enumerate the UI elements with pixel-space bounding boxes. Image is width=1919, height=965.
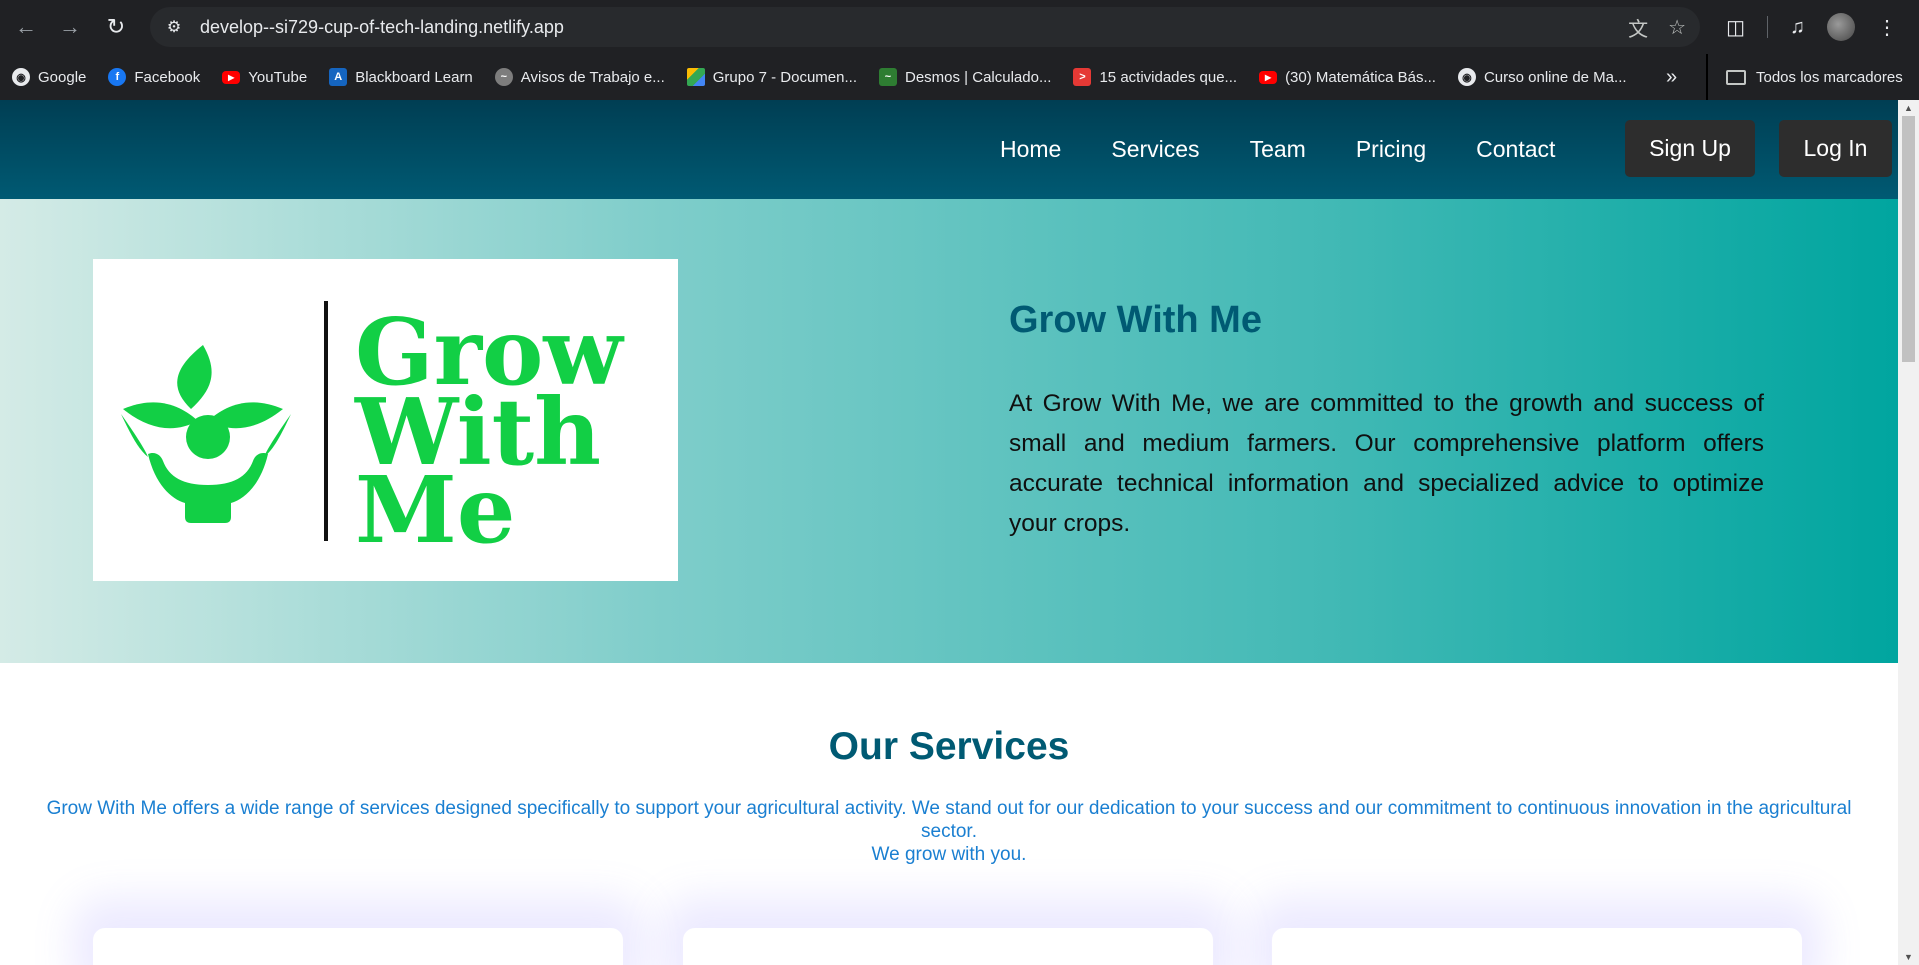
- services-description-line: Grow With Me offers a wide range of serv…: [46, 798, 1852, 842]
- back-icon[interactable]: ←: [4, 5, 48, 49]
- bookmark-label: (30) Matemática Bás...: [1285, 68, 1436, 86]
- hero-section: Grow With Me Grow With Me At Grow With M…: [0, 199, 1898, 663]
- youtube-icon: ▶: [1259, 70, 1278, 84]
- services-tagline: We grow with you.: [871, 844, 1027, 865]
- nav-pricing[interactable]: Pricing: [1356, 136, 1426, 163]
- service-card[interactable]: [683, 928, 1213, 965]
- bookmark-label: Curso online de Ma...: [1483, 68, 1627, 86]
- scrollbar-thumb[interactable]: [1902, 116, 1915, 362]
- bookmark-label: 15 actividades que...: [1099, 68, 1238, 86]
- page-scrollbar[interactable]: ▲ ▼: [1898, 100, 1919, 965]
- all-bookmarks-label: Todos los marcadores: [1756, 68, 1903, 86]
- bookmark-grupo7[interactable]: Grupo 7 - Documen...: [686, 68, 857, 86]
- facebook-icon: f: [108, 68, 127, 86]
- youtube-icon: ▶: [222, 70, 241, 84]
- browser-toolbar: ← → ↻ ⚙ develop--si729-cup-of-tech-landi…: [0, 0, 1919, 54]
- arrow-icon: >: [1073, 68, 1092, 86]
- extensions-icon[interactable]: ◫: [1726, 15, 1745, 40]
- service-card[interactable]: [1272, 928, 1802, 965]
- scroll-down-icon[interactable]: ▼: [1898, 949, 1919, 965]
- address-bar[interactable]: ⚙ develop--si729-cup-of-tech-landing.net…: [150, 7, 1700, 47]
- reload-icon[interactable]: ↻: [94, 5, 138, 49]
- bookmarks-bar: ◉ Google f Facebook ▶ YouTube A Blackboard L…: [0, 54, 1919, 100]
- jobs-icon: ~: [494, 68, 513, 86]
- drive-icon: [686, 68, 705, 86]
- globe-icon: ◉: [12, 68, 30, 86]
- grow-with-me-logo: Grow With Me: [93, 259, 678, 581]
- scroll-up-icon[interactable]: ▲: [1898, 100, 1919, 116]
- bookmarks-more-button[interactable]: »: [1666, 54, 1677, 100]
- star-icon[interactable]: ☆: [1668, 15, 1686, 40]
- bookmark-google[interactable]: ◉ Google: [12, 68, 86, 86]
- bookmark-facebook[interactable]: f Facebook: [108, 68, 200, 86]
- signup-button[interactable]: Sign Up: [1625, 120, 1755, 177]
- bookmark-label: Google: [38, 68, 87, 86]
- bookmark-label: Facebook: [134, 68, 201, 86]
- service-card[interactable]: [93, 928, 623, 965]
- nav-contact[interactable]: Contact: [1476, 136, 1555, 163]
- page-viewport: Home Services Team Pricing Contact Sign …: [0, 100, 1898, 965]
- site-navbar: Home Services Team Pricing Contact Sign …: [0, 100, 1898, 199]
- desmos-icon: ~: [879, 68, 897, 86]
- bookmark-label: Avisos de Trabajo e...: [520, 68, 665, 86]
- toolbar-divider: [1767, 16, 1768, 38]
- logo-graphic: Grow With Me: [121, 298, 625, 564]
- bookmark-label: Desmos | Calculado...: [905, 68, 1052, 86]
- bookmark-blackboard[interactable]: A Blackboard Learn: [329, 68, 473, 86]
- bookmark-curso[interactable]: ◉ Curso online de Ma...: [1457, 68, 1627, 86]
- leaf-icon: [177, 345, 212, 409]
- hero-title: Grow With Me: [1009, 299, 1262, 341]
- forward-icon[interactable]: →: [48, 5, 92, 49]
- nav-team[interactable]: Team: [1250, 136, 1306, 163]
- bookmark-label: Grupo 7 - Documen...: [712, 68, 857, 86]
- nav-home[interactable]: Home: [1000, 136, 1061, 163]
- globe-icon: ◉: [1457, 68, 1476, 86]
- folder-icon: [1726, 69, 1746, 85]
- menu-icon[interactable]: ⋮: [1877, 15, 1897, 40]
- services-title: Our Services: [828, 725, 1070, 768]
- profile-avatar[interactable]: [1827, 13, 1855, 41]
- bookmark-avisos[interactable]: ~ Avisos de Trabajo e...: [494, 68, 665, 86]
- leaf-icon: [123, 402, 198, 429]
- bookmark-label: YouTube: [248, 68, 308, 86]
- bookmark-label: Blackboard Learn: [355, 68, 473, 86]
- translate-icon[interactable]: 文: [1628, 13, 1648, 42]
- person-head-icon: [186, 415, 230, 459]
- login-button[interactable]: Log In: [1779, 120, 1892, 177]
- url-text[interactable]: develop--si729-cup-of-tech-landing.netli…: [200, 17, 564, 38]
- blackboard-icon: A: [329, 68, 348, 86]
- media-icon[interactable]: ♫: [1790, 16, 1805, 39]
- logo-word: Me: [355, 456, 515, 564]
- bookmark-desmos[interactable]: ~ Desmos | Calculado...: [879, 68, 1051, 86]
- services-description: Grow With Me offers a wide range of serv…: [45, 797, 1853, 866]
- bookmark-matematica[interactable]: ▶ (30) Matemática Bás...: [1259, 69, 1436, 86]
- bookmark-actividades[interactable]: >15 actividades que...: [1073, 68, 1237, 86]
- person-body-icon: [148, 452, 268, 523]
- bookmark-youtube[interactable]: ▶ YouTube: [222, 69, 307, 86]
- all-bookmarks-button[interactable]: Todos los marcadores: [1706, 54, 1903, 100]
- nav-services[interactable]: Services: [1111, 136, 1199, 163]
- site-info-icon[interactable]: ⚙: [154, 7, 194, 47]
- hero-description: At Grow With Me, we are committed to the…: [1009, 390, 1764, 537]
